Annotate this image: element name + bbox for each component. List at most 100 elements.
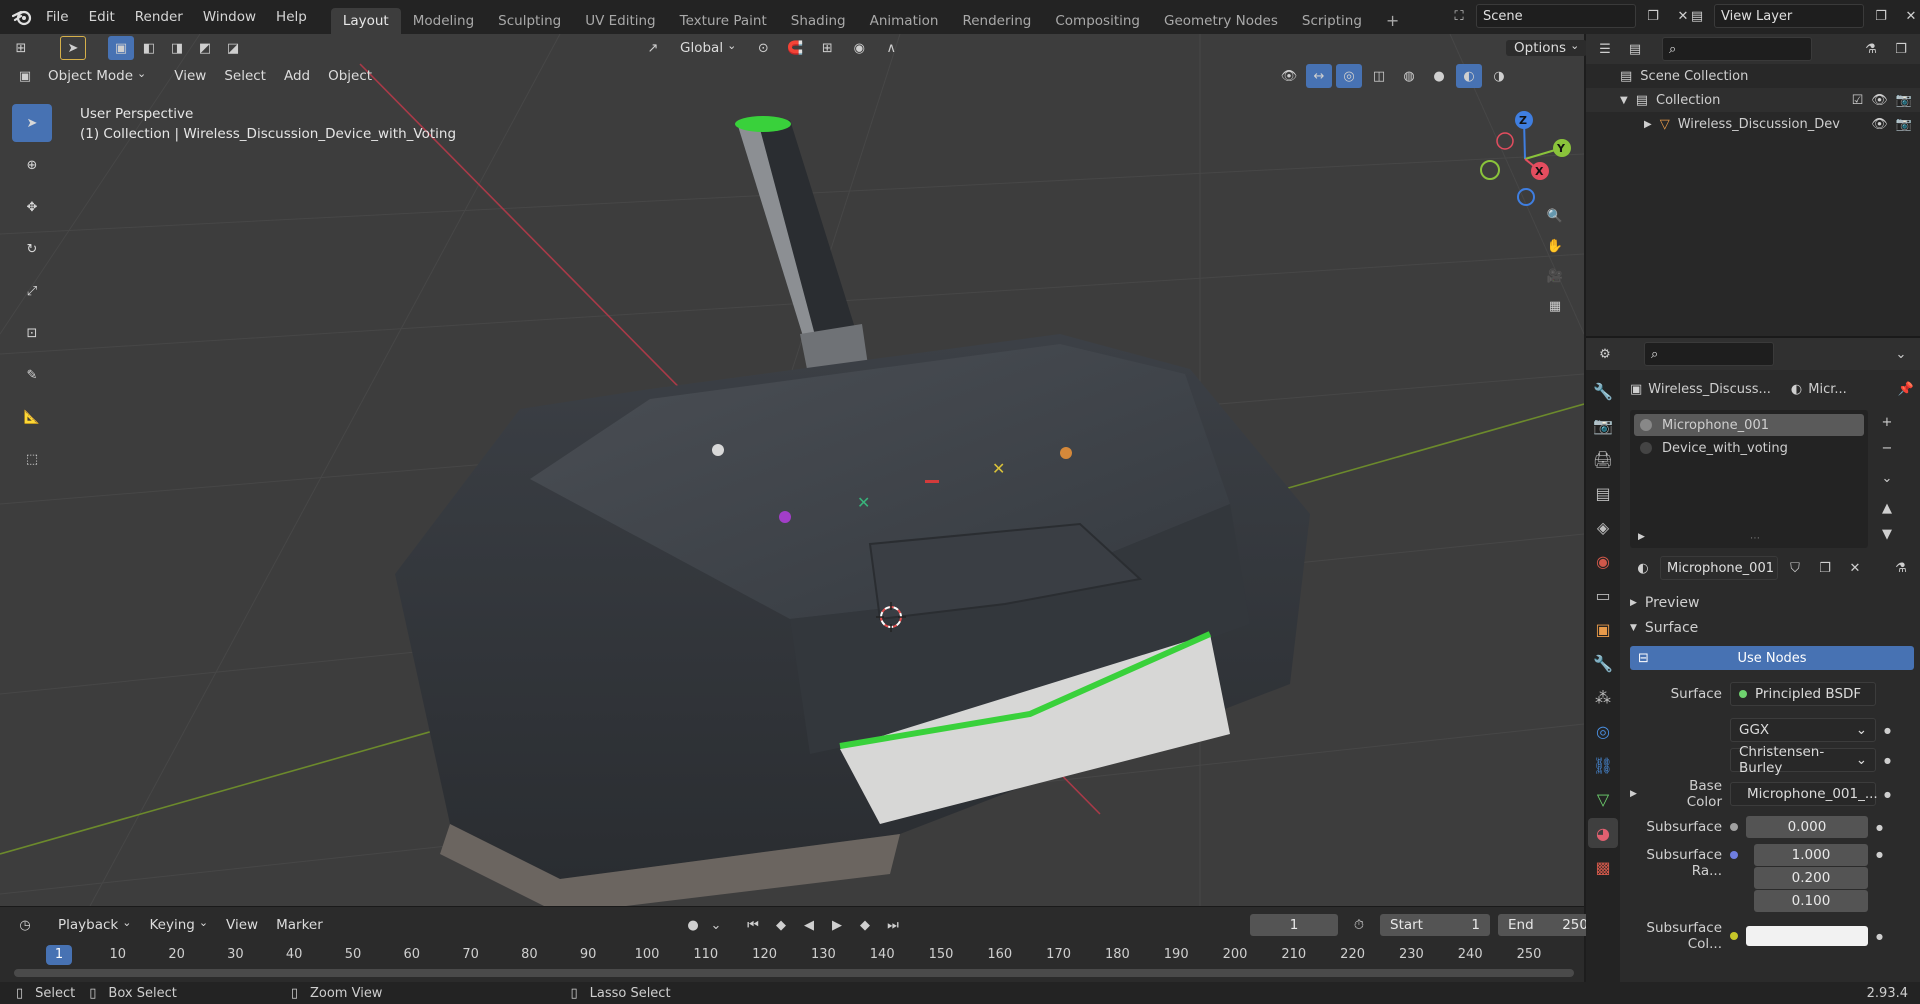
cursor-tool-icon[interactable]: ⊕ (12, 146, 52, 184)
scale-tool-icon[interactable]: ⤢ (12, 272, 52, 310)
filter-icon[interactable]: ⚗ (1858, 37, 1884, 61)
mode-extend-icon[interactable]: ◧ (136, 36, 162, 60)
gizmo-toggle-icon[interactable]: ↔ (1306, 64, 1332, 88)
world-tab-icon[interactable]: ◉ (1588, 546, 1618, 576)
overlays-icon[interactable]: ◎ (1336, 64, 1362, 88)
radius-y-field[interactable]: 0.200 (1754, 867, 1868, 889)
menu-timeline-view[interactable]: View (218, 913, 266, 937)
panel-surface[interactable]: ▼ Surface (1630, 616, 1914, 640)
blender-logo-icon[interactable] (8, 8, 36, 26)
collection-tab-icon[interactable]: ▭ (1588, 580, 1618, 610)
radius-x-field[interactable]: 1.000 (1754, 844, 1868, 866)
material-name-field[interactable]: Microphone_001 (1660, 556, 1778, 580)
slot-item-device[interactable]: Device_with_voting (1634, 436, 1864, 460)
output-tab-icon[interactable]: 🖨 (1588, 444, 1618, 474)
fake-user-icon[interactable]: ⛉ (1782, 556, 1808, 580)
unlink-material-icon[interactable]: ✕ (1842, 556, 1868, 580)
menu-file[interactable]: File (36, 0, 79, 34)
navigation-gizmo[interactable]: Z Y X (1470, 104, 1580, 214)
modifier-tab-icon[interactable]: 🔧 (1588, 648, 1618, 678)
transform-orientation-dropdown[interactable]: Global (672, 36, 744, 60)
outliner-row-scene-collection[interactable]: ▤ Scene Collection (1586, 64, 1920, 88)
collection-visibility-icon[interactable]: 👁 (1871, 93, 1888, 108)
snap-target-icon[interactable]: ⊞ (814, 36, 840, 60)
subsurface-color-swatch[interactable] (1746, 926, 1868, 946)
menu-playback[interactable]: Playback (50, 913, 139, 937)
mode-intersect-icon[interactable]: ◪ (220, 36, 246, 60)
tool-select-icon[interactable]: ➤ (60, 36, 86, 60)
3d-viewport[interactable]: ✕ ✕ ⊞ ➤ ▣ ◧ ◨ ◩ ◪ ↗ Global ⊙ 🧲 ⊞ (0, 34, 1588, 906)
tab-uv-editing[interactable]: UV Editing (573, 8, 667, 34)
tab-animation[interactable]: Animation (858, 8, 951, 34)
mode-subtract-icon[interactable]: ◨ (164, 36, 190, 60)
pan-hand-icon[interactable]: ✋ (1542, 234, 1568, 258)
menu-view[interactable]: View (166, 64, 214, 88)
collection-render-icon[interactable]: 📷 (1896, 93, 1912, 108)
outliner-editor-type-icon[interactable]: ☰ (1592, 37, 1618, 61)
tab-layout[interactable]: Layout (330, 8, 401, 34)
end-frame-field[interactable]: End 250 (1498, 914, 1598, 936)
tab-texture-paint[interactable]: Texture Paint (668, 8, 779, 34)
snap-icon[interactable]: 🧲 (782, 36, 808, 60)
move-slot-down-icon[interactable]: ▼ (1874, 522, 1900, 546)
editor-type-icon[interactable]: ⊞ (8, 36, 34, 60)
timeline-editor-type-icon[interactable]: ◷ (12, 913, 38, 937)
next-keyframe-icon[interactable]: ◆ (852, 913, 878, 937)
properties-editor-type-icon[interactable]: ⚙ (1592, 342, 1618, 366)
menu-select[interactable]: Select (216, 64, 274, 88)
play-reverse-icon[interactable]: ◀ (796, 913, 822, 937)
timeline-scrollbar[interactable] (14, 969, 1574, 977)
physics-tab-icon[interactable]: ◎ (1588, 716, 1618, 746)
resize-grip-icon[interactable]: ⋯ (1750, 533, 1760, 544)
render-tab-icon[interactable]: 📷 (1588, 410, 1618, 440)
mode-new-icon[interactable]: ▣ (108, 36, 134, 60)
view-layer-tab-icon[interactable]: ▤ (1588, 478, 1618, 508)
select-box-tool-icon[interactable]: ➤ (12, 104, 52, 142)
menu-render[interactable]: Render (125, 0, 193, 34)
browse-material-icon[interactable]: ◐ (1630, 556, 1656, 580)
view-layer-field[interactable]: View Layer (1714, 4, 1864, 28)
object-visibility-icon[interactable]: 👁 (1871, 117, 1888, 132)
outliner-search-input[interactable]: ⌕ (1662, 37, 1812, 61)
outliner-row-collection[interactable]: ▼ ▤ Collection ☑ 👁 📷 (1586, 88, 1920, 112)
options-dropdown[interactable]: Options (1506, 36, 1588, 61)
view-layer-icon[interactable]: ▤ (1684, 4, 1710, 28)
pivot-icon[interactable]: ⊙ (750, 36, 776, 60)
prev-keyframe-icon[interactable]: ◆ (768, 913, 794, 937)
tab-sculpting[interactable]: Sculpting (486, 8, 573, 34)
expand-base-color-icon[interactable]: ▶ (1630, 789, 1644, 799)
keyframe-dot-icon[interactable]: ● (1876, 823, 1883, 832)
slot-specials-icon[interactable]: ⌄ (1874, 466, 1900, 490)
camera-view-icon[interactable]: 🎥 (1542, 264, 1568, 288)
new-collection-icon[interactable]: ❐ (1888, 37, 1914, 61)
current-frame-field[interactable]: 1 (1250, 914, 1338, 936)
menu-marker[interactable]: Marker (268, 913, 331, 937)
remove-slot-icon[interactable]: − (1874, 436, 1900, 460)
menu-window[interactable]: Window (193, 0, 266, 34)
shading-rendered-icon[interactable]: ◑ (1486, 64, 1512, 88)
keyframe-dot-icon[interactable]: ● (1884, 756, 1891, 765)
duplicate-material-icon[interactable]: ❐ (1812, 556, 1838, 580)
material-filter-icon[interactable]: ⚗ (1888, 556, 1914, 580)
tab-compositing[interactable]: Compositing (1043, 8, 1152, 34)
scene-field[interactable]: Scene (1476, 4, 1636, 28)
proportional-edit-icon[interactable]: ◉ (846, 36, 872, 60)
subsurface-value-field[interactable]: 0.000 (1746, 816, 1868, 838)
properties-search-input[interactable]: ⌕ (1644, 342, 1774, 366)
tab-shading[interactable]: Shading (779, 8, 858, 34)
visibility-icon[interactable]: 👁 (1276, 64, 1302, 88)
keyframe-dot-icon[interactable]: ● (1884, 726, 1891, 735)
frame-ruler[interactable]: 1 10 20 30 40 50 60 70 80 90 100 110 120 130 140 150 16… (0, 945, 1584, 965)
play-icon[interactable]: ▶ (824, 913, 850, 937)
data-tab-icon[interactable]: ▽ (1588, 784, 1618, 814)
menu-keying[interactable]: Keying (141, 913, 216, 937)
ortho-toggle-icon[interactable]: ▦ (1542, 294, 1568, 318)
menu-help[interactable]: Help (266, 0, 317, 34)
move-tool-icon[interactable]: ✥ (12, 188, 52, 226)
shading-wireframe-icon[interactable]: ◍ (1396, 64, 1422, 88)
transform-tool-icon[interactable]: ⊡ (12, 314, 52, 352)
expand-list-icon[interactable]: ▶ (1638, 532, 1645, 542)
panel-preview[interactable]: ▶ Preview (1630, 590, 1914, 616)
scene-tab-icon[interactable]: ◈ (1588, 512, 1618, 542)
distribution-dropdown[interactable]: GGX ⌄ (1730, 718, 1876, 742)
